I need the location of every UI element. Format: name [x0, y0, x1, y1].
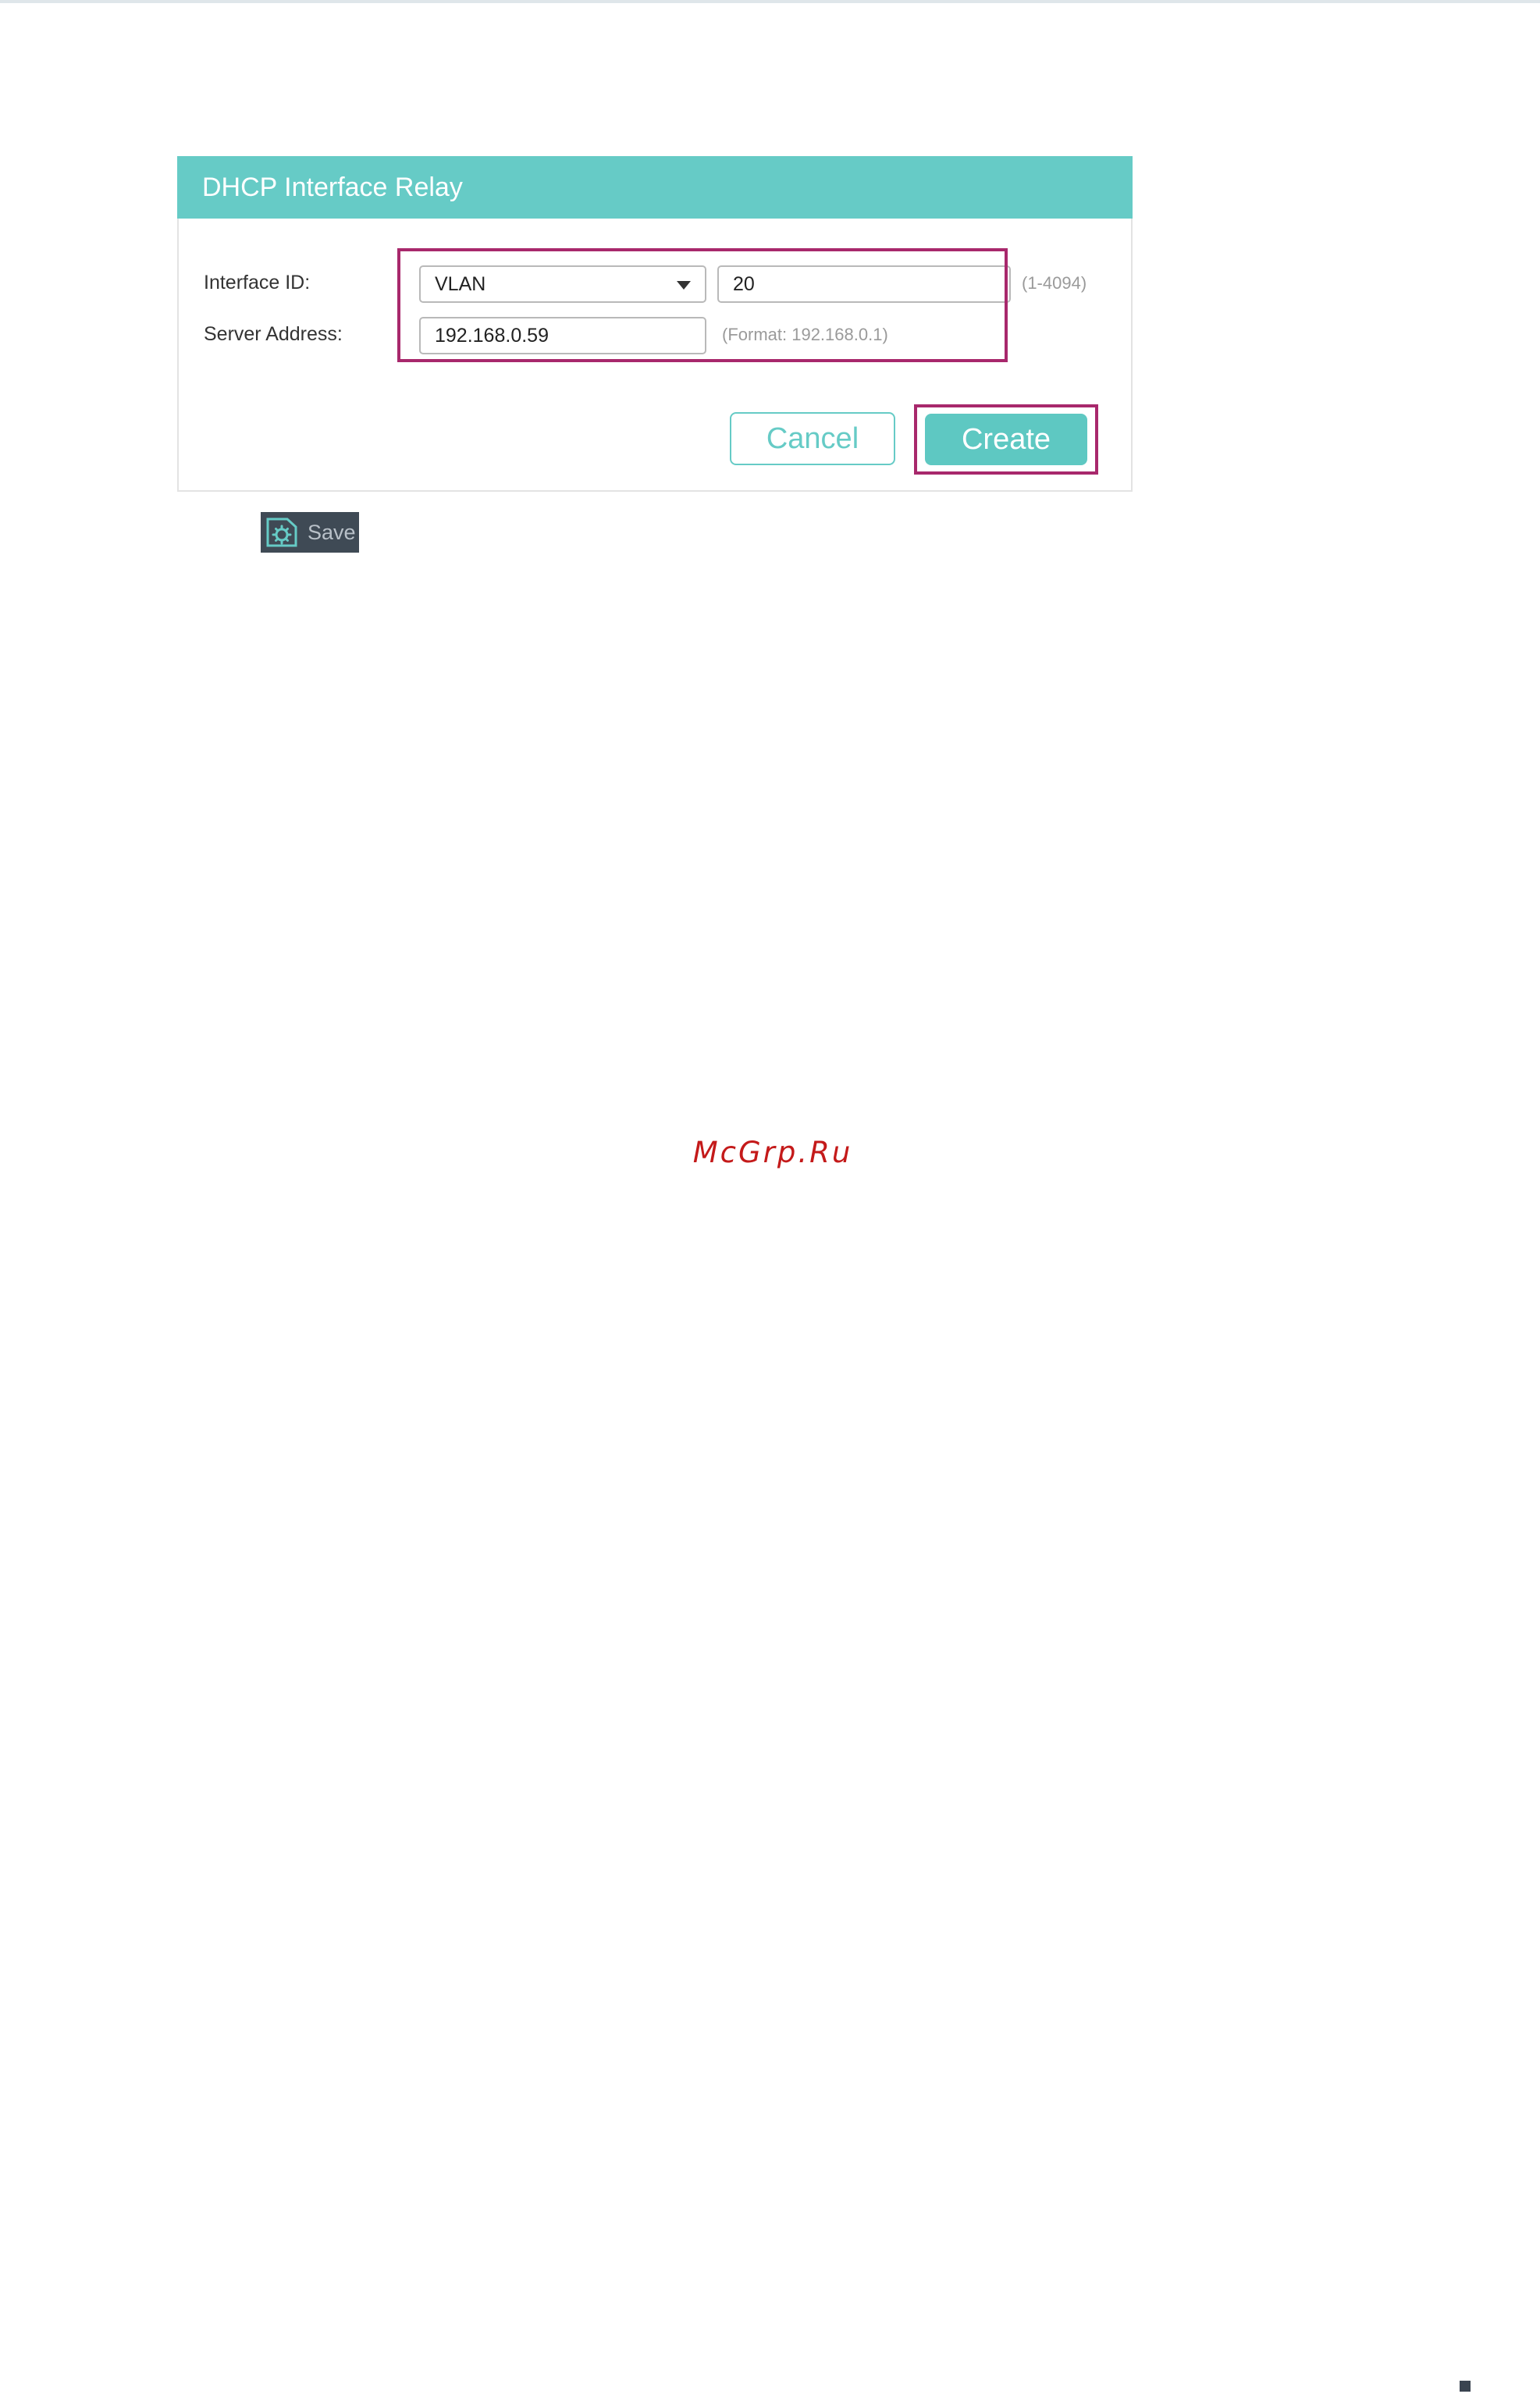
watermark-text: McGrp.Ru: [692, 1136, 853, 1169]
panel-title: DHCP Interface Relay: [177, 156, 1133, 219]
save-gear-icon: [266, 518, 297, 547]
save-label: Save: [308, 521, 356, 544]
cancel-button[interactable]: Cancel: [730, 412, 895, 465]
top-divider: [0, 0, 1540, 3]
interface-id-label: Interface ID:: [204, 272, 311, 293]
server-address-label: Server Address:: [204, 323, 343, 345]
create-button[interactable]: Create: [925, 414, 1087, 465]
save-button[interactable]: Save: [261, 512, 359, 553]
input-fields-highlight: [397, 248, 1008, 362]
interface-id-range-hint: (1-4094): [1022, 273, 1087, 293]
dhcp-interface-relay-panel: DHCP Interface Relay Interface ID: VLAN …: [177, 156, 1133, 492]
page-corner-marker: [1460, 2381, 1471, 2392]
